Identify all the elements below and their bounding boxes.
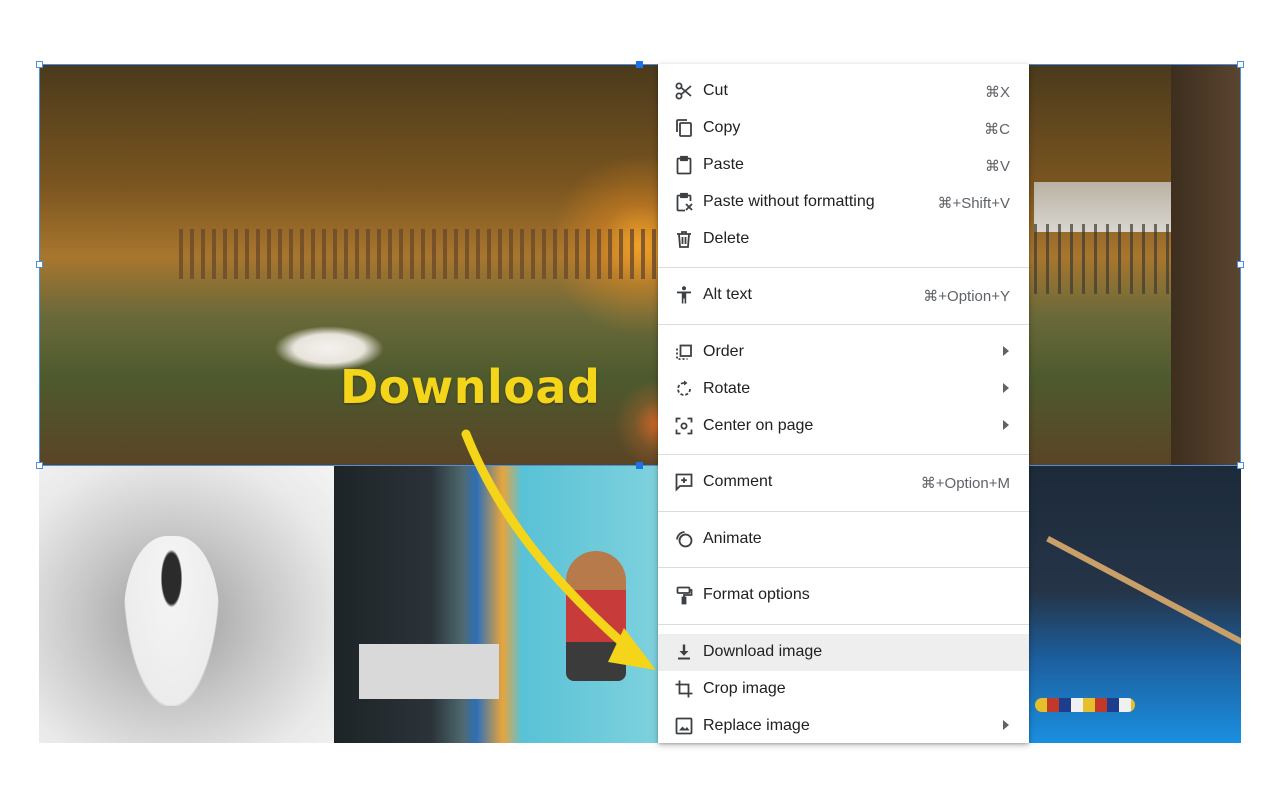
submenu-arrow-icon xyxy=(1003,383,1009,393)
menu-item-label: Replace image xyxy=(703,717,810,734)
center-icon xyxy=(674,416,694,436)
menu-item-shortcut: ⌘C xyxy=(984,121,1010,138)
resize-handle-right[interactable] xyxy=(1237,261,1244,268)
menu-item-shortcut: ⌘+Option+Y xyxy=(923,288,1010,305)
pool-cue xyxy=(1046,536,1241,654)
menu-item-shortcut: ⌘V xyxy=(984,158,1010,175)
menu-item-rotate[interactable]: Rotate xyxy=(658,371,1029,408)
menu-item-label: Comment xyxy=(703,473,773,490)
menu-item-label: Order xyxy=(703,343,744,360)
menu-item-animate[interactable]: Animate xyxy=(658,521,1029,558)
dog xyxy=(124,536,219,706)
menu-item-center-on-page[interactable]: Center on page xyxy=(658,408,1029,445)
menu-item-shortcut: ⌘X xyxy=(984,84,1010,101)
animate-icon xyxy=(674,529,694,549)
resize-handle-bottom[interactable] xyxy=(636,462,643,469)
menu-separator xyxy=(658,511,1029,512)
menu-separator xyxy=(658,624,1029,625)
menu-item-cut[interactable]: Cut ⌘X xyxy=(658,73,1029,110)
clipboard-plain-icon xyxy=(674,192,694,212)
menu-item-label: Crop image xyxy=(703,680,786,697)
menu-item-label: Center on page xyxy=(703,417,814,434)
menu-item-download-image[interactable]: Download image xyxy=(658,634,1029,671)
trash-icon xyxy=(674,229,694,249)
resize-handle-top-right[interactable] xyxy=(1237,61,1244,68)
submenu-arrow-icon xyxy=(1003,420,1009,430)
menu-item-label: Paste xyxy=(703,156,744,173)
menu-item-order[interactable]: Order xyxy=(658,334,1029,371)
download-annotation-label: Download xyxy=(340,360,601,414)
resize-handle-left[interactable] xyxy=(36,261,43,268)
menu-item-label: Paste without formatting xyxy=(703,193,875,210)
menu-item-comment[interactable]: Comment ⌘+Option+M xyxy=(658,464,1029,501)
menu-item-label: Animate xyxy=(703,530,762,547)
menu-item-label: Delete xyxy=(703,230,750,247)
crop-icon xyxy=(674,679,694,699)
monitor-panel xyxy=(359,644,499,699)
clipboard-icon xyxy=(674,155,694,175)
snow-dog-photo[interactable] xyxy=(39,466,334,743)
resize-handle-top-left[interactable] xyxy=(36,61,43,68)
scissors-icon xyxy=(674,81,694,101)
menu-item-label: Download image xyxy=(703,643,823,660)
cartoon-figure xyxy=(566,551,626,681)
paint-roller-icon xyxy=(674,585,694,605)
tree-trunk xyxy=(1171,64,1241,466)
menu-item-crop-image[interactable]: Crop image xyxy=(658,671,1029,708)
menu-item-delete[interactable]: Delete xyxy=(658,221,1029,258)
download-icon xyxy=(674,642,694,662)
image-icon xyxy=(674,716,694,736)
fence xyxy=(179,229,659,279)
resize-handle-bottom-right[interactable] xyxy=(1237,462,1244,469)
menu-item-label: Cut xyxy=(703,82,728,99)
submenu-arrow-icon xyxy=(1003,720,1009,730)
menu-item-label: Rotate xyxy=(703,380,751,397)
submenu-arrow-icon xyxy=(1003,346,1009,356)
pool-photo[interactable] xyxy=(1029,466,1241,743)
fence-right xyxy=(1034,224,1179,294)
order-icon xyxy=(674,342,694,362)
resize-handle-bottom-left[interactable] xyxy=(36,462,43,469)
comment-icon xyxy=(674,472,694,492)
resize-handle-top[interactable] xyxy=(636,61,643,68)
menu-separator xyxy=(658,267,1029,268)
menu-item-alt-text[interactable]: Alt text ⌘+Option+Y xyxy=(658,277,1029,314)
screen-photo[interactable] xyxy=(334,466,658,743)
menu-item-copy[interactable]: Copy ⌘C xyxy=(658,110,1029,147)
rotate-icon xyxy=(674,379,694,399)
menu-item-shortcut: ⌘+Option+M xyxy=(920,475,1010,492)
menu-item-label: Format options xyxy=(703,586,810,603)
pool-balls xyxy=(1035,698,1135,712)
context-menu: Cut ⌘X Copy ⌘C Paste ⌘V Paste without fo… xyxy=(658,64,1029,743)
menu-item-label: Alt text xyxy=(703,286,752,303)
menu-separator xyxy=(658,454,1029,455)
menu-separator xyxy=(658,567,1029,568)
copy-icon xyxy=(674,118,694,138)
menu-item-paste[interactable]: Paste ⌘V xyxy=(658,147,1029,184)
menu-separator xyxy=(658,324,1029,325)
menu-item-format-options[interactable]: Format options xyxy=(658,577,1029,614)
park-photo[interactable] xyxy=(39,64,1241,466)
menu-item-shortcut: ⌘+Shift+V xyxy=(937,195,1010,212)
menu-item-replace-image[interactable]: Replace image xyxy=(658,708,1029,743)
accessibility-icon xyxy=(674,285,694,305)
menu-item-paste-without-formatting[interactable]: Paste without formatting ⌘+Shift+V xyxy=(658,184,1029,221)
menu-item-label: Copy xyxy=(703,119,741,136)
